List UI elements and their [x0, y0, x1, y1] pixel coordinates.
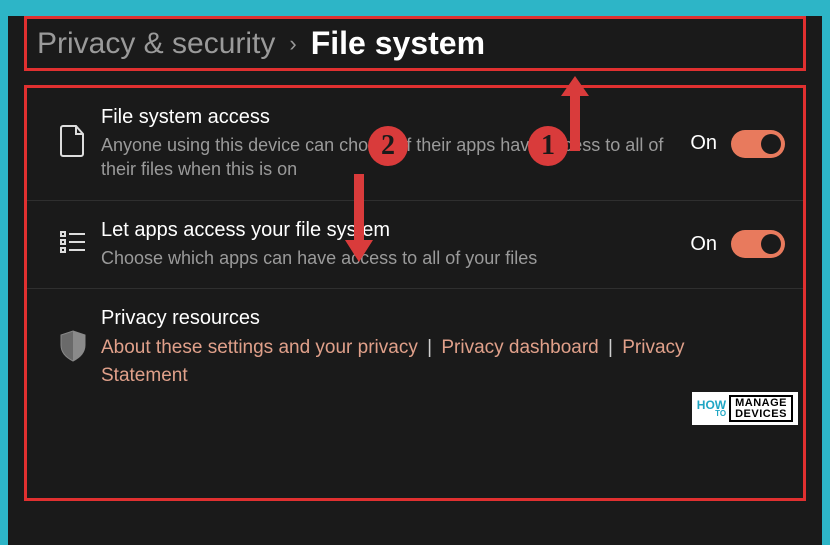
privacy-links: About these settings and your privacy | … — [101, 334, 775, 391]
breadcrumb-parent[interactable]: Privacy & security — [37, 27, 275, 61]
link-privacy-dashboard[interactable]: Privacy dashboard — [441, 337, 598, 358]
shield-icon — [58, 329, 88, 368]
annotation-badge-2: 2 — [368, 126, 408, 166]
setting-file-system-access[interactable]: File system access Anyone using this dev… — [27, 88, 803, 201]
toggle-state-label: On — [690, 132, 717, 155]
toggle-knob — [761, 134, 781, 154]
settings-panel: File system access Anyone using this dev… — [24, 85, 806, 501]
breadcrumb: Privacy & security › File system — [24, 16, 806, 71]
setting-apps-access[interactable]: Let apps access your file system Choose … — [27, 201, 803, 289]
separator: | — [608, 337, 613, 358]
setting-title: Let apps access your file system — [101, 219, 680, 242]
link-about-settings[interactable]: About these settings and your privacy — [101, 337, 418, 358]
setting-description: Choose which apps can have access to all… — [101, 246, 680, 270]
setting-privacy-resources: Privacy resources About these settings a… — [27, 289, 803, 409]
annotation-badge-1: 1 — [528, 126, 568, 166]
toggle-state-label: On — [690, 233, 717, 256]
apps-access-toggle[interactable] — [731, 230, 785, 258]
toggle-knob — [761, 234, 781, 254]
file-system-access-toggle[interactable] — [731, 130, 785, 158]
file-icon — [60, 125, 86, 162]
annotation-arrow-down — [344, 174, 374, 269]
watermark-line1: MANAGE — [735, 398, 787, 408]
breadcrumb-current: File system — [311, 25, 485, 62]
watermark-line2: DEVICES — [735, 409, 787, 419]
watermark: HOW TO MANAGE DEVICES — [692, 392, 798, 425]
chevron-right-icon: › — [289, 31, 296, 57]
separator: | — [427, 337, 432, 358]
list-icon — [59, 228, 87, 261]
setting-title: Privacy resources — [101, 307, 775, 330]
